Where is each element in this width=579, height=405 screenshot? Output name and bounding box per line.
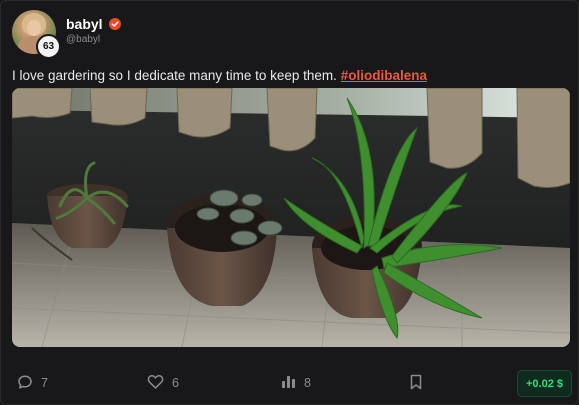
- hashtag-link[interactable]: #oliodibalena: [341, 68, 427, 83]
- bookmark-icon: [409, 374, 431, 393]
- comment-icon: [17, 374, 41, 393]
- stats-icon: [281, 374, 304, 392]
- like-button[interactable]: 6: [147, 369, 179, 397]
- author-name[interactable]: babyl: [66, 16, 103, 32]
- views-stat[interactable]: 8: [281, 369, 311, 397]
- like-count: 6: [172, 376, 179, 390]
- author-name-row[interactable]: babyl: [66, 16, 121, 32]
- verified-icon: [108, 18, 121, 30]
- post-image[interactable]: [12, 88, 570, 347]
- tip-button[interactable]: +0.02 $: [517, 370, 573, 397]
- bookmark-button[interactable]: [409, 369, 431, 397]
- heart-icon: [147, 374, 172, 393]
- post-card: 63 babyl @babyl I love gardering so I de…: [0, 0, 579, 405]
- post-text: I love gardering so I dedicate many time…: [12, 68, 427, 83]
- post-actions: 7 6 8 +0.02 $: [1, 369, 579, 397]
- author-handle: @babyl: [66, 34, 101, 45]
- post-body: I love gardering so I dedicate many time…: [12, 68, 337, 83]
- views-count: 8: [304, 376, 311, 390]
- author-avatar[interactable]: 63: [12, 10, 61, 59]
- comment-button[interactable]: 7: [17, 369, 48, 397]
- comment-count: 7: [41, 376, 48, 390]
- level-badge: 63: [36, 34, 61, 59]
